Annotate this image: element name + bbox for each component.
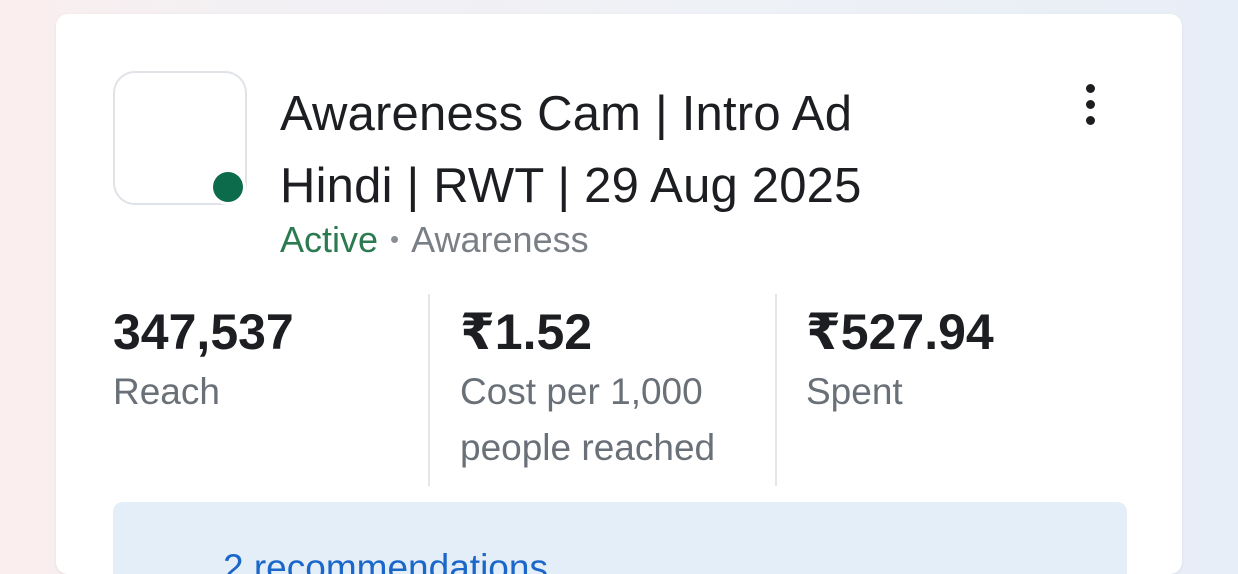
metric-divider (775, 294, 777, 486)
campaign-meta: Active • Awareness (280, 218, 589, 265)
metric-label: Spent (806, 371, 903, 412)
metric-divider (428, 294, 430, 486)
metric-reach: 347,537 Reach (113, 302, 413, 420)
more-dot (1086, 84, 1095, 93)
metric-label: Reach (113, 371, 220, 412)
more-options-icon[interactable] (1072, 82, 1112, 130)
separator-dot: • (390, 224, 400, 254)
campaign-title[interactable]: Awareness Cam | Intro Ad Hindi | RWT | 2… (280, 78, 1010, 222)
active-status-dot-icon (210, 169, 246, 205)
status-text: Active (280, 219, 379, 260)
metric-spent: ₹527.94 Spent (806, 302, 1126, 420)
campaign-card[interactable]: Awareness Cam | Intro Ad Hindi | RWT | 2… (56, 14, 1182, 574)
campaign-title-line-1: Awareness Cam | Intro Ad (280, 87, 853, 141)
metric-cost-per-1000: ₹1.52 Cost per 1,000 people reached (460, 302, 780, 476)
metric-label: Cost per 1,000 people reached (460, 371, 716, 468)
metric-value: ₹1.52 (460, 304, 593, 360)
objective-text: Awareness (411, 219, 589, 260)
more-dot (1086, 100, 1095, 109)
more-dot (1086, 116, 1095, 125)
metric-value: ₹527.94 (806, 304, 994, 360)
recommendations-banner[interactable]: 2 recommendations (113, 502, 1127, 574)
campaign-title-line-2: Hindi | RWT | 29 Aug 2025 (280, 159, 862, 213)
metric-value: 347,537 (113, 304, 294, 360)
recommendations-link[interactable]: 2 recommendations (223, 546, 548, 574)
